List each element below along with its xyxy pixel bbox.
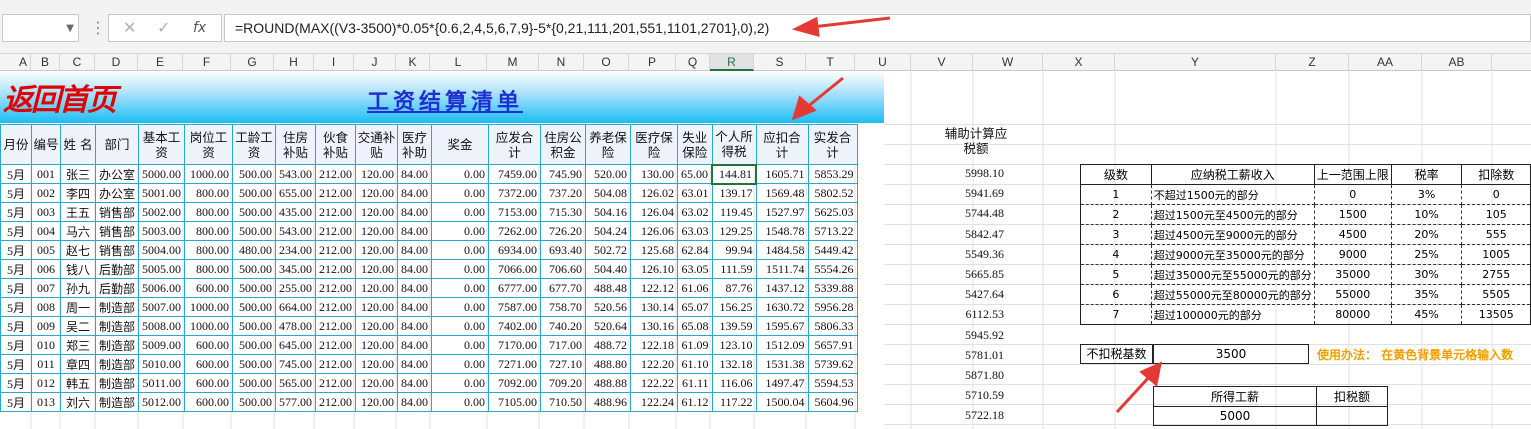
annotation-arrows [791, 16, 1163, 414]
formula-arrowhead [791, 16, 820, 38]
formula-arrow [811, 16, 891, 29]
deduction-arrow [1115, 374, 1152, 414]
tax-column-arrowhead [791, 95, 817, 121]
tax-column-arrow [805, 76, 844, 110]
